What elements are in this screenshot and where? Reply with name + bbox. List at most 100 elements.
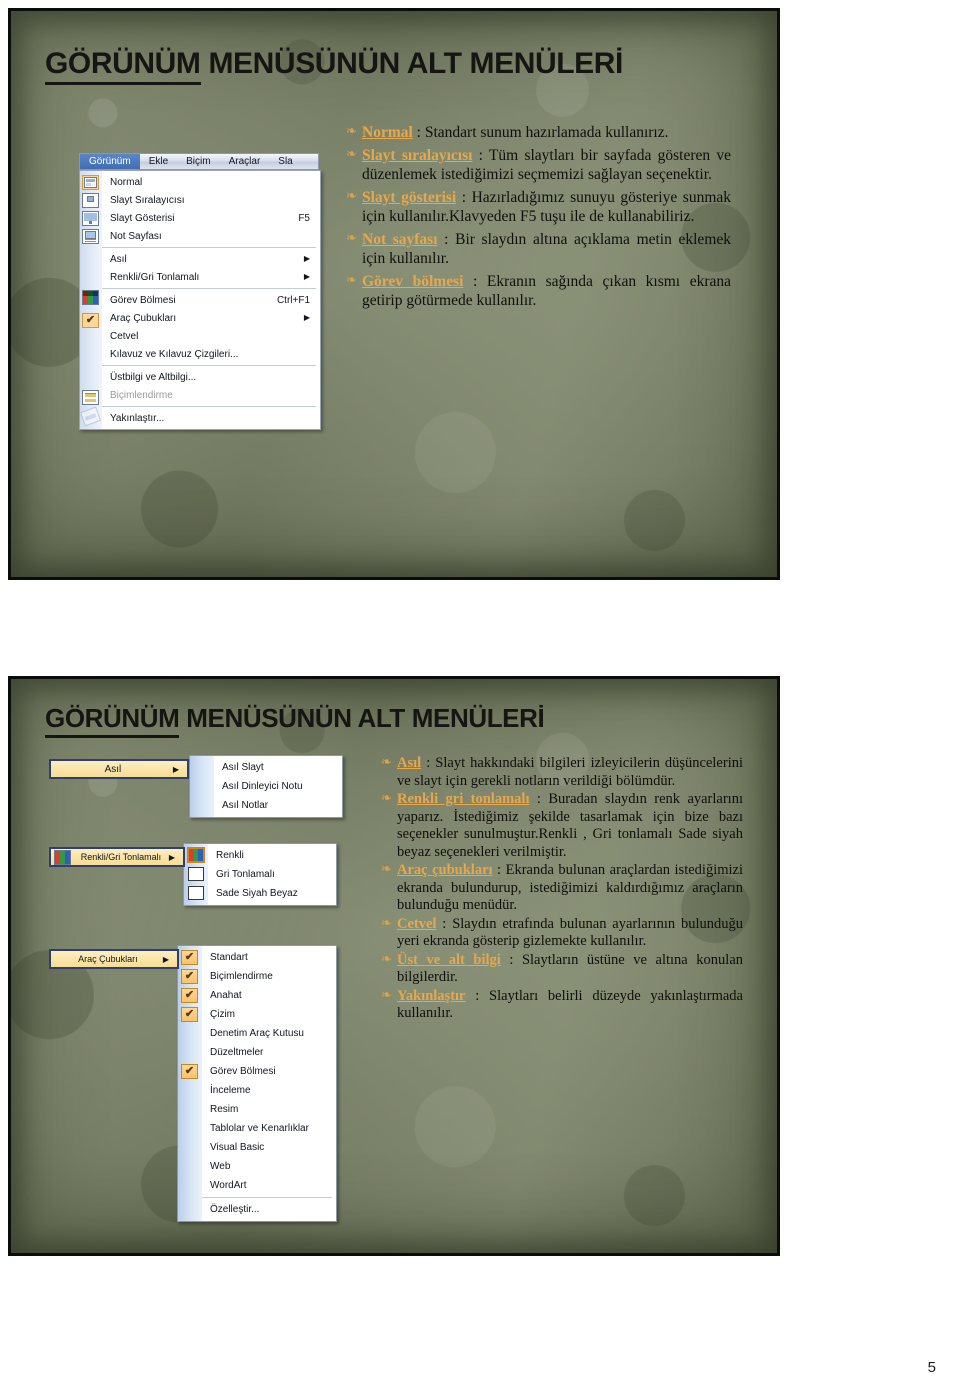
normal-icon: [82, 175, 99, 190]
keyword: Asıl: [397, 755, 422, 771]
submenu-item-gorev-bolmesi[interactable]: Görev Bölmesi: [202, 1062, 336, 1081]
bullet-paragraph: ❧ Normal : Standart sunum hazırlamada kul…: [346, 123, 731, 143]
submenu-item-anahat[interactable]: Anahat: [202, 986, 336, 1005]
submenu-renkli-items: Renkli Gri Tonlamalı Sade Siyah Beyaz: [208, 846, 336, 903]
menubar-item-araclar[interactable]: Araçlar: [220, 154, 270, 169]
checkmark-icon: ✔: [181, 969, 198, 984]
menu-item-slayt-gosterisi[interactable]: Slayt Gösterisi F5: [102, 209, 320, 227]
submenu-item-tablolar-ve-kenarliklar[interactable]: Tablolar ve Kenarlıklar: [202, 1119, 336, 1138]
parent-row-renkli-label: Renkli/Gri Tonlamalı: [80, 852, 162, 862]
submenu-renkli-gri-tonlamali[interactable]: Renkli Gri Tonlamalı Sade Siyah Beyaz: [183, 843, 337, 906]
menubar-item-ekle[interactable]: Ekle: [140, 154, 177, 169]
checkmark-icon: ✔: [181, 950, 198, 965]
color-icon: [187, 847, 205, 863]
menu-item-normal[interactable]: Normal: [102, 173, 320, 191]
submenu-asil[interactable]: Asıl Slayt Asıl Dinleyici Notu Asıl Notl…: [189, 755, 343, 818]
bullet-paragraph: ❧ Cetvel : Slaydın etrafında bulunan ayar…: [381, 916, 743, 951]
bullet-icon: ❧: [346, 188, 357, 204]
submenu-item-standart[interactable]: Standart: [202, 948, 336, 967]
bullet-icon: ❧: [381, 951, 392, 967]
parent-row-arac-cubuklari[interactable]: Araç Çubukları ▶: [49, 949, 179, 969]
menu-item-not-sayfasi[interactable]: Not Sayfası: [102, 227, 320, 245]
chevron-right-icon: ▶: [168, 852, 175, 862]
slide-1-title-rest: MENÜSÜNÜN ALT MENÜLERİ: [200, 47, 623, 80]
bullet-icon: ❧: [381, 862, 392, 877]
menubar-item-gorunum[interactable]: Görünüm: [80, 154, 140, 169]
menubar-item-slayt[interactable]: Sla: [269, 154, 301, 169]
submenu-item-ozellestir[interactable]: Özelleştir...: [202, 1200, 336, 1219]
checkmark-icon: ✔: [181, 1007, 198, 1022]
bullet-paragraph: ❧ Renkli gri tonlamalı : Buradan slaydın …: [381, 791, 743, 861]
keyword: Normal: [362, 124, 413, 141]
menu-item-arac-cubuklari[interactable]: Araç Çubukları ▶: [102, 309, 320, 327]
submenu-arac-cubuklari[interactable]: ✔ ✔ ✔ ✔ ✔ Standart Biçimlendirme Anahat …: [177, 945, 337, 1222]
submenu-item-wordart[interactable]: WordArt: [202, 1176, 336, 1195]
parent-row-arac-label: Araç Çubukları: [78, 954, 138, 964]
page-number: 5: [927, 1359, 936, 1376]
bullet-icon: ❧: [346, 124, 357, 139]
slide-2-body: ❧ Asıl : Slayt hakkındaki bilgileri izley…: [381, 755, 743, 1024]
slide-1: GÖRÜNÜM MENÜSÜNÜN ALT MENÜLERİ Görünüm E…: [8, 8, 780, 580]
menu-item-kilavuz-cizgileri[interactable]: Kılavuz ve Kılavuz Çizgileri...: [102, 345, 320, 363]
submenu-item-asil-slayt[interactable]: Asıl Slayt: [214, 758, 342, 777]
note-icon: [82, 229, 99, 244]
parent-row-renkli-gri-tonlamali[interactable]: Renkli/Gri Tonlamalı ▶: [49, 847, 185, 867]
slide-2-title-underlined: GÖRÜNÜM: [45, 703, 180, 738]
paragraph-text: : Slayt hakkındaki bilgileri izleyiciler…: [397, 755, 743, 789]
chevron-right-icon: ▶: [162, 954, 169, 964]
parent-row-asil[interactable]: Asıl ▶: [49, 759, 189, 779]
bullet-icon: ❧: [346, 146, 357, 162]
submenu-item-duzeltmeler[interactable]: Düzeltmeler: [202, 1043, 336, 1062]
show-icon: [82, 211, 99, 226]
keyword: Not sayfası: [362, 230, 438, 248]
menu-item-bicimlendirme: Biçimlendirme: [110, 389, 173, 401]
menu-item-gorev-bolmesi[interactable]: Görev Bölmesi Ctrl+F1: [102, 291, 320, 309]
keyword: Araç çubukları: [397, 862, 493, 878]
submenu-item-denetim-arac-kutusu[interactable]: Denetim Araç Kutusu: [202, 1024, 336, 1043]
menu-item-slayt-siralayicisi[interactable]: Slayt Sıralayıcısı: [102, 191, 320, 209]
color-icon: [54, 849, 71, 865]
menubar-item-bicim[interactable]: Biçim: [177, 154, 219, 169]
submenu-separator: [202, 1197, 332, 1198]
submenu-item-web[interactable]: Web: [202, 1157, 336, 1176]
check-icon: ✔: [82, 313, 99, 328]
submenu-item-renkli[interactable]: Renkli: [208, 846, 336, 865]
menu-item-asil[interactable]: Asıl ▶: [102, 250, 320, 268]
submenu-item-visual-basic[interactable]: Visual Basic: [202, 1138, 336, 1157]
bullet-icon: ❧: [381, 987, 392, 1003]
menu-separator: [102, 406, 316, 407]
submenu-item-inceleme[interactable]: İnceleme: [202, 1081, 336, 1100]
menu-item-yakinlastir[interactable]: Yakınlaştır...: [102, 409, 320, 427]
submenu-item-bicimlendirme[interactable]: Biçimlendirme: [202, 967, 336, 986]
submenu-item-gri-tonlamali[interactable]: Gri Tonlamalı: [208, 865, 336, 884]
menu-item-list: Normal Slayt Sıralayıcısı Slayt Gösteris…: [102, 173, 320, 427]
checkmark-icon: ✔: [181, 1064, 198, 1079]
keyword: Yakınlaştır: [397, 987, 466, 1004]
menu-item-cetvel[interactable]: Cetvel: [102, 327, 320, 345]
keyword: Cetvel: [397, 915, 437, 932]
menu-item-ustbilgi-altbilgi[interactable]: Üstbilgi ve Altbilgi...: [102, 368, 320, 386]
chevron-right-icon: ▶: [303, 254, 310, 263]
header-icon: [82, 390, 99, 405]
submenu-item-sade-siyah-beyaz[interactable]: Sade Siyah Beyaz: [208, 884, 336, 903]
blackwhite-icon: [188, 886, 204, 900]
bullet-paragraph: ❧ Slayt sıralayıcısı : Tüm slaytları bir …: [346, 146, 731, 185]
menu-item-renkli-gri-tonlamali[interactable]: Renkli/Gri Tonlamalı ▶: [102, 268, 320, 286]
slide-2-title-rest: MENÜSÜNÜN ALT MENÜLERİ: [179, 703, 545, 733]
sorter-icon: [82, 193, 99, 208]
submenu-item-asil-dinleyici-notu[interactable]: Asıl Dinleyici Notu: [214, 777, 342, 796]
menu-separator: [102, 365, 316, 366]
chevron-right-icon: ▶: [303, 272, 310, 281]
bullet-paragraph: ❧ Yakınlaştır : Slaytları belirli düzeyde…: [381, 988, 743, 1023]
keyword: Renkli gri tonlamalı: [397, 791, 530, 807]
submenu-item-resim[interactable]: Resim: [202, 1100, 336, 1119]
gorunum-dropdown-menu[interactable]: ✔ Normal Slayt Sıralayıcısı Slayt Göster…: [79, 170, 321, 430]
slide-1-title-underlined: GÖRÜNÜM: [45, 47, 201, 85]
submenu-arac-items: Standart Biçimlendirme Anahat Çizim Dene…: [202, 948, 336, 1219]
menubar-slide1[interactable]: Görünüm Ekle Biçim Araçlar Sla: [79, 153, 319, 170]
color-icon: [82, 290, 99, 305]
submenu-item-asil-notlar[interactable]: Asıl Notlar: [214, 796, 342, 815]
bullet-icon: ❧: [381, 755, 392, 770]
menu-separator: [102, 247, 316, 248]
submenu-item-cizim[interactable]: Çizim: [202, 1005, 336, 1024]
